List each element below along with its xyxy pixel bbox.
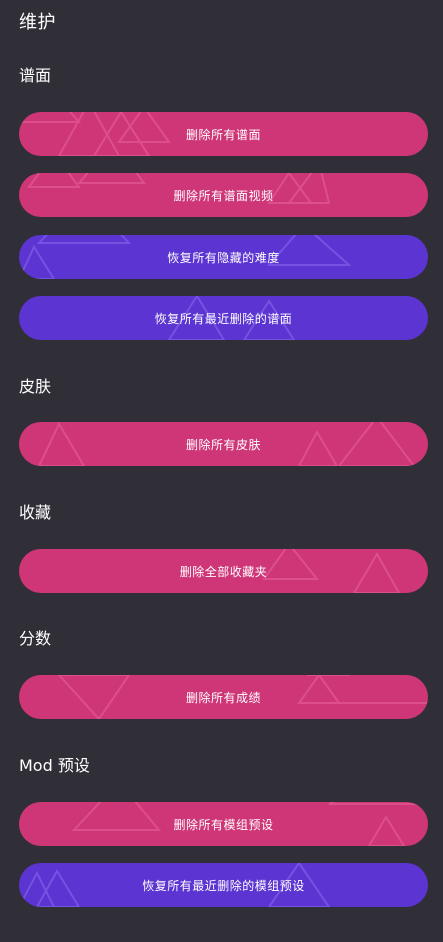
section-title-charts: 谱面 <box>19 66 52 85</box>
section-title-scores: 分数 <box>19 629 52 648</box>
button-label: 删除所有谱面 <box>185 127 261 142</box>
button-label: 恢复所有最近删除的谱面 <box>154 311 293 326</box>
delete-all-skins-button[interactable]: 删除所有皮肤 <box>19 422 428 466</box>
restore-hidden-difficulties-button[interactable]: 恢复所有隐藏的难度 <box>19 235 428 279</box>
delete-all-charts-button[interactable]: 删除所有谱面 <box>19 112 428 156</box>
section-title-mod-presets: Mod 预设 <box>19 756 90 775</box>
delete-all-collections-button[interactable]: 删除全部收藏夹 <box>19 549 428 593</box>
button-label: 删除全部收藏夹 <box>179 564 268 579</box>
restore-deleted-charts-button[interactable]: 恢复所有最近删除的谱面 <box>19 296 428 340</box>
button-label: 恢复所有最近删除的模组预设 <box>142 878 305 893</box>
button-label: 删除所有皮肤 <box>185 437 261 452</box>
button-label: 删除所有模组预设 <box>173 817 274 832</box>
restore-deleted-mod-presets-button[interactable]: 恢复所有最近删除的模组预设 <box>19 863 428 907</box>
delete-all-chart-videos-button[interactable]: 删除所有谱面视频 <box>19 173 428 217</box>
delete-all-scores-button[interactable]: 删除所有成绩 <box>19 675 428 719</box>
maintenance-page: 维护 谱面 删除所有谱面 删除所有谱面视频 恢复所有隐藏的难度 恢复所有最近删除… <box>0 0 443 942</box>
button-label: 删除所有谱面视频 <box>173 188 274 203</box>
section-title-skins: 皮肤 <box>19 377 52 396</box>
section-title-collections: 收藏 <box>19 503 52 522</box>
delete-all-mod-presets-button[interactable]: 删除所有模组预设 <box>19 802 428 846</box>
button-label: 恢复所有隐藏的难度 <box>167 250 280 265</box>
page-title: 维护 <box>19 12 56 33</box>
button-label: 删除所有成绩 <box>185 690 261 705</box>
